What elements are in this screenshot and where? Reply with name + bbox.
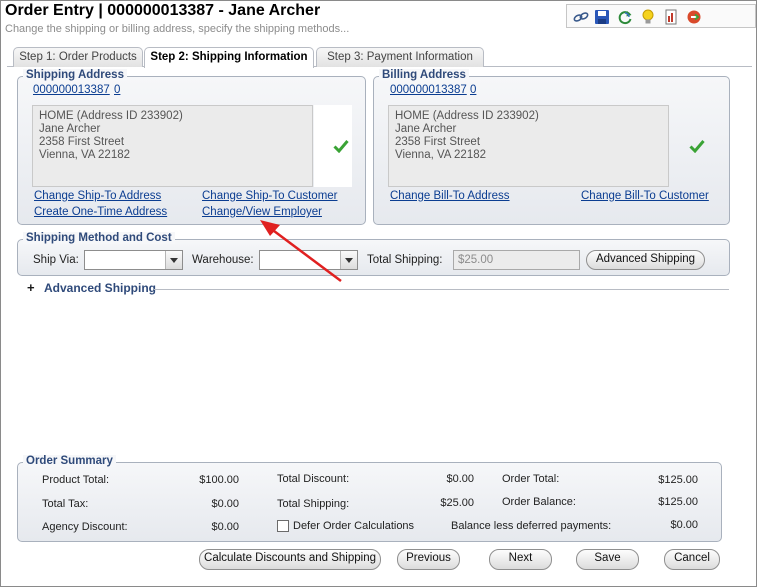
order-summary-panel: Order Summary Product Total: $100.00 Tot… (17, 455, 722, 542)
total-discount-value: $0.00 (446, 473, 474, 485)
section-divider (154, 289, 729, 290)
link-icon[interactable] (573, 9, 589, 25)
total-shipping-summary-label: Total Shipping: (277, 498, 350, 510)
shipping-address-line: 2358 First Street (39, 136, 125, 148)
order-balance-value: $125.00 (658, 496, 698, 508)
order-total-value: $125.00 (658, 474, 698, 486)
calculate-discounts-shipping-button[interactable]: Calculate Discounts and Shipping (199, 549, 381, 570)
report-icon[interactable] (663, 9, 679, 25)
change-bill-to-address-link[interactable]: Change Bill-To Address (390, 190, 510, 202)
billing-address-line: Vienna, VA 22182 (395, 149, 487, 161)
ship-to-count-link[interactable]: 0 (114, 84, 120, 96)
total-shipping-field[interactable]: $25.00 (453, 250, 580, 270)
product-total-value: $100.00 (199, 474, 239, 486)
shipping-address-line: HOME (Address ID 233902) (39, 110, 183, 122)
warehouse-label: Warehouse: (192, 254, 254, 266)
defer-order-calculations-checkbox[interactable] (277, 520, 289, 532)
shipping-address-line: Vienna, VA 22182 (39, 149, 131, 161)
checkmark-icon (333, 140, 349, 153)
tab-payment-information[interactable]: Step 3: Payment Information (316, 47, 484, 67)
billing-address-line: HOME (Address ID 233902) (395, 110, 539, 122)
next-button[interactable]: Next (489, 549, 552, 570)
balance-less-deferred-value: $0.00 (670, 519, 698, 531)
shipping-method-panel: Shipping Method and Cost Ship Via: Wareh… (17, 232, 730, 276)
product-total-label: Product Total: (42, 474, 110, 486)
shipping-address-legend: Shipping Address (23, 69, 127, 81)
refresh-icon[interactable] (617, 9, 633, 25)
shipping-method-legend: Shipping Method and Cost (23, 232, 175, 244)
shipping-address-panel: Shipping Address 000000013387 0 HOME (Ad… (17, 69, 366, 225)
previous-button[interactable]: Previous (397, 549, 460, 570)
order-summary-legend: Order Summary (23, 455, 116, 467)
defer-order-calculations-label: Defer Order Calculations (293, 520, 415, 532)
chevron-down-icon[interactable] (165, 251, 182, 269)
annotation-arrow-icon (260, 220, 342, 283)
checkmark-icon (689, 140, 705, 153)
shipping-address-box: HOME (Address ID 233902) Jane Archer 235… (32, 105, 313, 187)
agency-discount-value: $0.00 (211, 521, 239, 533)
total-discount-label: Total Discount: (277, 473, 350, 485)
expand-icon[interactable]: + (27, 280, 35, 295)
billing-address-panel: Billing Address 000000013387 0 HOME (Add… (373, 69, 730, 225)
advanced-shipping-button[interactable]: Advanced Shipping (586, 250, 705, 270)
advanced-shipping-toggle[interactable]: Advanced Shipping (44, 281, 156, 295)
order-balance-label: Order Balance: (502, 496, 576, 508)
total-tax-label: Total Tax: (42, 498, 89, 510)
close-record-icon[interactable] (686, 9, 702, 25)
shipping-address-line: Jane Archer (39, 123, 101, 135)
page-subtitle: Change the shipping or billing address, … (5, 23, 350, 35)
change-ship-to-address-link[interactable]: Change Ship-To Address (34, 190, 161, 202)
agency-discount-label: Agency Discount: (42, 521, 128, 533)
billing-address-legend: Billing Address (379, 69, 469, 81)
total-tax-value: $0.00 (211, 498, 239, 510)
order-total-label: Order Total: (502, 473, 560, 485)
ship-via-select[interactable] (84, 250, 183, 270)
change-ship-to-customer-link[interactable]: Change Ship-To Customer (202, 190, 338, 202)
create-one-time-address-link[interactable]: Create One-Time Address (34, 206, 167, 218)
cancel-button[interactable]: Cancel (664, 549, 720, 570)
save-icon[interactable] (594, 9, 610, 25)
total-shipping-summary-value: $25.00 (440, 497, 474, 509)
bill-to-customer-id-link[interactable]: 000000013387 (390, 84, 467, 96)
balance-less-deferred-label: Balance less deferred payments: (451, 520, 612, 532)
billing-address-line: Jane Archer (395, 123, 457, 135)
page-title: Order Entry | 000000013387 - Jane Archer (5, 2, 321, 19)
lightbulb-icon[interactable] (640, 9, 656, 25)
save-button[interactable]: Save (576, 549, 639, 570)
ship-via-label: Ship Via: (33, 254, 79, 266)
ship-to-customer-id-link[interactable]: 000000013387 (33, 84, 110, 96)
change-bill-to-customer-link[interactable]: Change Bill-To Customer (581, 190, 709, 202)
tab-order-products[interactable]: Step 1: Order Products (13, 47, 143, 67)
billing-address-box: HOME (Address ID 233902) Jane Archer 235… (388, 105, 669, 187)
total-shipping-label: Total Shipping: (367, 254, 443, 266)
toolbar (566, 4, 756, 28)
tab-shipping-information[interactable]: Step 2: Shipping Information (144, 47, 314, 68)
bill-to-count-link[interactable]: 0 (470, 84, 476, 96)
billing-address-line: 2358 First Street (395, 136, 481, 148)
